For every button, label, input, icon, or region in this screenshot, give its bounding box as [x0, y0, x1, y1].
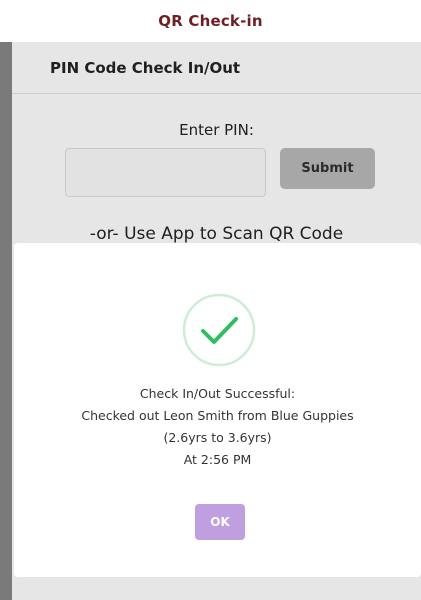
enter-pin-label: Enter PIN:	[179, 121, 254, 139]
submit-button[interactable]: Submit	[280, 148, 375, 189]
message-line-detail: Checked out Leon Smith from Blue Guppies	[81, 408, 354, 423]
success-message: Check In/Out Successful: Checked out Leo…	[14, 383, 421, 471]
message-line-status: Check In/Out Successful:	[139, 386, 296, 401]
pin-card-title: PIN Code Check In/Out	[50, 58, 241, 77]
pin-input[interactable]	[65, 148, 266, 197]
message-line-time: At 2:56 PM	[183, 452, 252, 467]
pin-card-header: PIN Code Check In/Out	[12, 42, 421, 94]
ok-button[interactable]: OK	[195, 504, 245, 540]
check-circle-icon	[182, 293, 256, 367]
success-dialog: Check In/Out Successful: Checked out Leo…	[14, 243, 421, 577]
message-line-age-range: (2.6yrs to 3.6yrs)	[163, 430, 272, 445]
app-header: QR Check-in	[0, 0, 421, 42]
scan-qr-instruction: -or- Use App to Scan QR Code	[89, 224, 344, 244]
page-title: QR Check-in	[158, 12, 263, 30]
